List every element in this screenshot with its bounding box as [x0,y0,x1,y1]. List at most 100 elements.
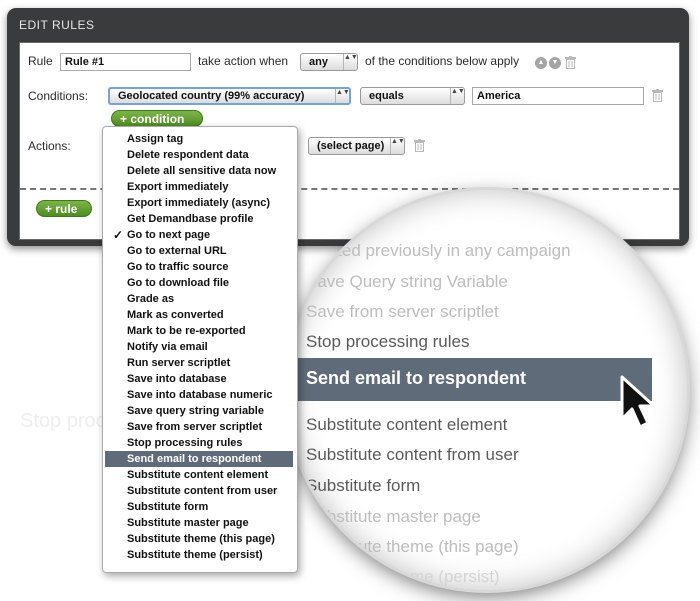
condition-field-value: Geolocated country (99% accuracy) [118,90,305,102]
dropdown-option-label: Save from server scriptlet [127,421,263,433]
action-page-value: (select page) [317,140,385,152]
select-arrows-icon: ▲▼ [390,138,404,154]
dropdown-option-label: Run server scriptlet [127,357,231,369]
dropdown-option[interactable]: Save into database [105,371,293,387]
dropdown-option[interactable]: Grade as [105,291,293,307]
dropdown-option-label: Export immediately (async) [127,197,271,209]
dropdown-option-label: Substitute content from user [127,485,278,497]
condition-field-select[interactable]: Geolocated country (99% accuracy) ▲▼ [108,87,351,105]
condition-operator-select[interactable]: equals ▲▼ [360,87,465,105]
dropdown-option[interactable]: Export immediately [105,179,293,195]
dropdown-option[interactable]: Substitute content from user [105,483,293,499]
dropdown-option-label: Save into database [127,373,227,385]
mag-item: Substitute content from user [306,445,519,464]
dropdown-option-label: Substitute master page [127,517,249,529]
plus-icon: + [45,202,53,216]
take-action-text: take action when [198,54,289,68]
dropdown-option[interactable]: Send email to respondent [105,451,293,467]
dropdown-option[interactable]: Run server scriptlet [105,355,293,371]
mag-item: Substitute master page [306,507,481,526]
trash-icon[interactable] [652,89,663,102]
dropdown-option-label: Delete all sensitive data now [127,165,277,177]
dropdown-option-label: Go to traffic source [127,261,229,273]
actions-label: Actions: [28,139,71,153]
action-page-select[interactable]: (select page) ▲▼ [308,137,405,155]
dropdown-option[interactable]: Delete all sensitive data now [105,163,293,179]
dropdown-option-label: Stop processing rules [127,437,243,449]
magnifier-lens: Started previously in any campaign Save … [287,190,687,590]
dropdown-option[interactable]: Substitute theme (this page) [105,531,293,547]
dropdown-option[interactable]: Stop processing rules [105,435,293,451]
add-rule-label: rule [55,202,78,216]
mag-selected-label: Send email to respondent [306,368,527,388]
rule-label: Rule [28,54,53,68]
dropdown-option[interactable]: Mark to be re-exported [105,323,293,339]
dropdown-option[interactable]: ✓ Go to next page [105,227,293,243]
conditions-label: Conditions: [28,89,89,103]
dropdown-option[interactable]: Notify via email [105,339,293,355]
mag-selected-item: Send email to respondent [287,358,652,401]
dropdown-option[interactable]: Substitute content element [105,467,293,483]
add-condition-button[interactable]: + condition [111,110,203,127]
dropdown-option-label: Grade as [127,293,175,305]
mag-item: Save Query string Variable [306,272,508,291]
mag-item: Stop processing rules [306,332,470,351]
trash-icon[interactable] [565,56,576,69]
dropdown-option-label: Mark to be re-exported [127,325,246,337]
rule-name-input[interactable]: Rule #1 [60,53,191,71]
move-down-icon[interactable]: ▼ [549,57,561,69]
select-arrows-icon: ▲▼ [450,88,464,104]
panel-title: EDIT RULES [19,18,95,32]
dropdown-option[interactable]: Go to traffic source [105,259,293,275]
quantifier-select[interactable]: any ▲▼ [300,53,358,71]
dropdown-option[interactable]: Go to download file [105,275,293,291]
dropdown-option[interactable]: Save from server scriptlet [105,419,293,435]
dropdown-option-label: Go to external URL [127,245,227,257]
add-condition-label: condition [130,112,185,126]
dropdown-option[interactable]: Go to external URL [105,243,293,259]
dropdown-option[interactable]: Substitute theme (persist) [105,547,293,563]
condition-operator-value: equals [369,90,404,102]
dropdown-option-label: Delete respondent data [127,149,249,161]
mag-item: Substitute form [306,476,421,495]
select-arrows-icon: ▲▼ [343,54,357,70]
trash-icon[interactable] [414,139,425,152]
dropdown-option[interactable]: Export immediately (async) [105,195,293,211]
dropdown-option[interactable]: Save query string variable [105,403,293,419]
dropdown-option-label: Notify via email [127,341,208,353]
dropdown-option[interactable]: Delete respondent data [105,147,293,163]
dropdown-option-label: Save query string variable [127,405,264,417]
dropdown-option-label: Go to next page [127,229,211,241]
dropdown-option-label: Export immediately [127,181,229,193]
dropdown-option-label: Mark as converted [127,309,224,321]
dropdown-option-label: Substitute theme (persist) [127,549,263,561]
mag-item: Save from server scriptlet [306,302,499,321]
dropdown-option-label: Send email to respondent [127,453,262,465]
dropdown-option[interactable]: Assign tag [105,131,293,147]
mouse-cursor-icon [620,375,656,429]
dropdown-option[interactable]: Mark as converted [105,307,293,323]
dropdown-option[interactable]: Save into database numeric [105,387,293,403]
conditions-apply-text: of the conditions below apply [365,54,520,68]
dropdown-option-label: Save into database numeric [127,389,273,401]
dropdown-option-label: Substitute theme (this page) [127,533,275,545]
mag-item: Started previously in any campaign [306,241,571,260]
dropdown-option[interactable]: Substitute form [105,499,293,515]
quantifier-value: any [309,56,328,68]
dropdown-option-label: Get Demandbase profile [127,213,254,225]
move-up-icon[interactable]: ▲ [535,57,547,69]
dropdown-option[interactable]: Get Demandbase profile [105,211,293,227]
mag-item: Substitute theme (this page) [306,537,519,556]
dropdown-option-label: Assign tag [127,133,184,145]
dropdown-option-label: Substitute content element [127,469,269,481]
add-rule-button[interactable]: + rule [36,200,92,217]
action-dropdown-menu: Assign tag Delete respondent data Delete a… [102,126,298,573]
dropdown-option-label: Substitute form [127,501,209,513]
mag-item: Substitute theme (persist) [306,567,500,586]
checkmark-icon: ✓ [113,228,124,242]
dropdown-option-label: Go to download file [127,277,230,289]
mag-item: Substitute content element [306,415,508,434]
plus-icon: + [120,112,128,126]
dropdown-option[interactable]: Substitute master page [105,515,293,531]
condition-value-input[interactable]: America [472,87,644,105]
